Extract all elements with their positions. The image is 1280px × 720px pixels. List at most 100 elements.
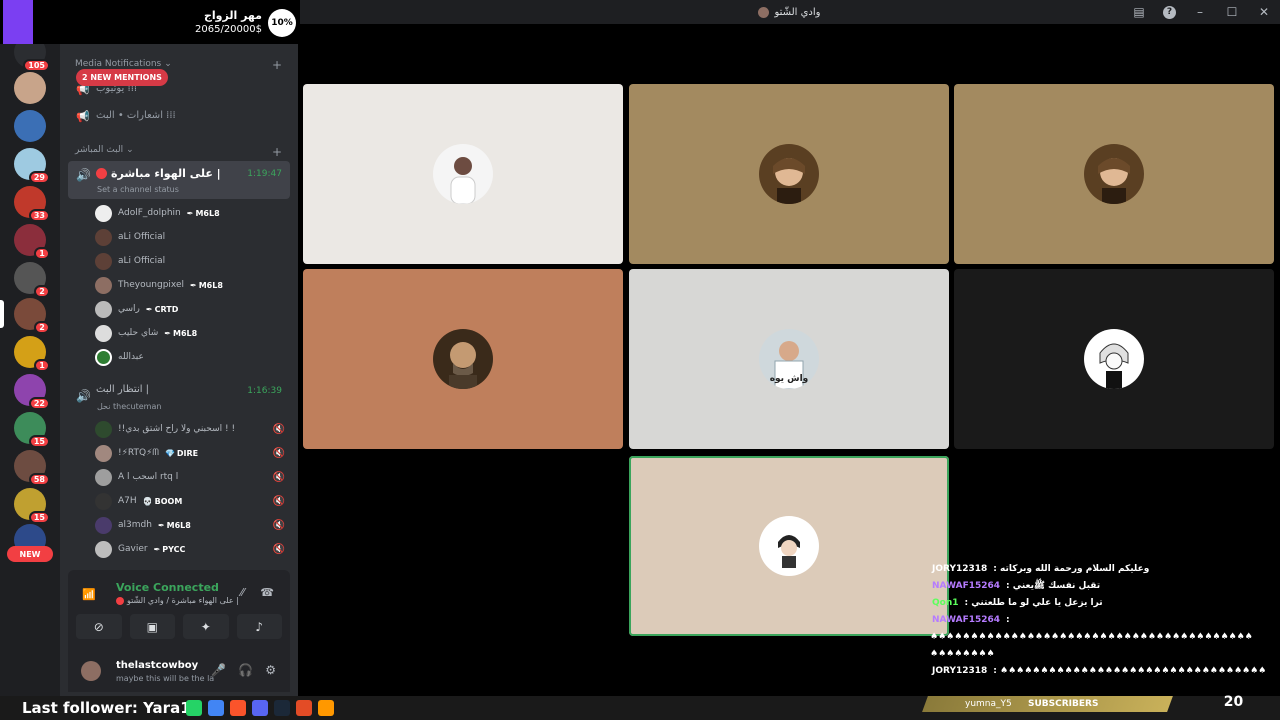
voice-channel-path[interactable]: على الهواء مباشرة / وادي الشّتو |	[127, 596, 239, 605]
server-icon[interactable]: 58	[14, 450, 50, 486]
activities-button[interactable]: ✦	[183, 614, 229, 639]
server-icon[interactable]: 15	[14, 412, 50, 448]
participant-tile[interactable]	[954, 84, 1274, 264]
voice-user[interactable]: AdolF_dolphin ✒ M6L8	[95, 202, 285, 224]
server-icon[interactable]: 33	[14, 186, 50, 222]
server-icon[interactable]: 29	[14, 148, 50, 184]
subscriber-name: yumna_Y5	[965, 699, 1012, 709]
server-icon[interactable]: 2	[14, 298, 50, 334]
close-icon[interactable]: ✕	[1256, 4, 1272, 20]
avatar	[95, 444, 112, 462]
app-icon[interactable]	[296, 700, 312, 716]
screen: 105 29 33 1 2 2 1 22 15 58 15 NEW Media …	[0, 0, 1280, 720]
deafened-icon: 🔇	[272, 519, 285, 531]
server-icon[interactable]: 2	[14, 262, 50, 298]
speaker-icon: 🔊	[76, 168, 91, 182]
last-follower-overlay: Last follower: Yara1e	[22, 699, 201, 717]
server-icon[interactable]	[14, 72, 46, 104]
steam-icon[interactable]	[274, 700, 290, 716]
minimize-icon[interactable]: –	[1192, 4, 1208, 20]
maximize-icon[interactable]: ☐	[1224, 4, 1240, 20]
whatsapp-icon[interactable]	[186, 700, 202, 716]
user-name: راسي	[118, 304, 140, 314]
voice-user[interactable]: راسي ✒ CRTD	[95, 298, 285, 320]
voice-user[interactable]: A7H 💀 BOOM 🔇	[95, 490, 285, 512]
channel-status[interactable]: Set a channel status	[97, 185, 179, 194]
server-icon[interactable]: 1	[14, 224, 50, 260]
screen-share-icon: ▣	[146, 619, 158, 634]
new-mentions-pill[interactable]: 2 NEW MENTIONS	[76, 69, 168, 86]
server-icon[interactable]: 1	[14, 336, 50, 372]
participant-tile[interactable]	[303, 84, 623, 264]
voice-channel-waiting[interactable]: 🔊 انتظار البث | نحل thecuteman 1:16:39	[68, 382, 290, 414]
add-channel-icon[interactable]: +	[272, 145, 282, 159]
participant-tile[interactable]	[954, 269, 1274, 449]
channel-notifications[interactable]: 📢 اشعارات • البث ⁞⁞⁞	[76, 105, 288, 125]
user-name: al3mdh	[118, 520, 152, 530]
mention-badge: 1	[34, 247, 50, 260]
participant-tile[interactable]	[629, 84, 949, 264]
category-media[interactable]: Media Notifications ⌄	[75, 59, 172, 69]
chat-line: JORY12318: وعليكم السلام ورحمة الله وبرك…	[930, 560, 1280, 577]
chat-text: :	[1006, 614, 1010, 625]
chat-text: : وعليكم السلام ورحمة الله وبركاته	[993, 563, 1150, 574]
server-icon[interactable]	[14, 110, 46, 142]
soundboard-button[interactable]: ♪	[236, 614, 282, 639]
category-live[interactable]: البث المباشر ⌄	[75, 145, 134, 155]
voice-user[interactable]: !⚡RTQ⚡ᗰ 💎 DIRE 🔇	[95, 442, 285, 464]
voice-user[interactable]: A l اسحب rtq l 🔇	[95, 466, 285, 488]
participant-tile[interactable]	[303, 269, 623, 449]
microphone-icon[interactable]: 🎤	[211, 663, 226, 677]
participant-tile-speaking[interactable]	[629, 456, 949, 636]
window-title: وادي الشّتو	[774, 6, 821, 18]
headset-icon[interactable]: 🎧	[238, 663, 253, 677]
voice-user[interactable]: aLi Official	[95, 250, 285, 272]
camera-off-icon: ⊘	[93, 619, 104, 634]
avatar	[95, 468, 112, 486]
portrait-avatar	[1084, 144, 1144, 204]
avatar[interactable]	[81, 661, 101, 681]
channel-timer: 1:19:47	[247, 169, 282, 179]
channel-timer: 1:16:39	[247, 386, 282, 396]
share-screen-button[interactable]: ▣	[129, 614, 175, 639]
voice-user[interactable]: عبدالله	[95, 346, 285, 368]
add-channel-icon[interactable]: +	[272, 58, 282, 72]
voice-user[interactable]: Theyoungpixel ✒ M6L8	[95, 274, 285, 296]
chat-text: ♠♠♠♠♠♠♠♠♠♠♠♠♠♠♠♠♠♠♠♠♠♠♠♠♠♠♠♠♠♠♠♠♠♠♠♠♠♠♠♠	[930, 631, 1253, 642]
active-app-icon[interactable]	[318, 700, 334, 716]
voice-user[interactable]: Gavier ✒ PYCC 🔇	[95, 538, 285, 560]
voice-user[interactable]: !!اسحبني ولا راح اشتق بدي ! ! 🔇	[95, 418, 285, 440]
noise-suppression-icon[interactable]: ⁄⁄	[241, 586, 245, 599]
gear-icon[interactable]: ⚙	[265, 663, 276, 677]
avatar	[95, 420, 112, 438]
avatar	[95, 492, 112, 510]
voice-user[interactable]: شاي حليب ✒ M6L8	[95, 322, 285, 344]
mention-badge: 2	[34, 321, 50, 334]
user-name: Gavier	[118, 544, 148, 554]
brave-icon[interactable]	[230, 700, 246, 716]
user-name: عبدالله	[118, 352, 144, 362]
camera-off-button[interactable]: ⊘	[76, 614, 122, 639]
activities-icon: ✦	[200, 619, 211, 634]
browser-icon[interactable]	[208, 700, 224, 716]
voice-user[interactable]: aLi Official	[95, 226, 285, 248]
chat-line: NAWAF15264:	[930, 611, 1280, 628]
category-label: البث المباشر	[75, 145, 124, 155]
voice-channel-live[interactable]: 🔊 على الهواء مباشرة | Set a channel stat…	[68, 161, 290, 199]
voice-user[interactable]: al3mdh ✒ M6L8 🔇	[95, 514, 285, 536]
voice-status-title[interactable]: Voice Connected	[116, 581, 219, 594]
user-name[interactable]: thelastcowboy	[116, 660, 198, 671]
mention-badge: 29	[28, 171, 50, 184]
participant-tile[interactable]: واش يوه	[629, 269, 949, 449]
user-name: AdolF_dolphin	[118, 208, 181, 218]
discord-icon[interactable]	[252, 700, 268, 716]
mention-badge: 15	[28, 511, 50, 524]
server-icon[interactable]: 15	[14, 488, 50, 524]
deafened-icon: 🔇	[272, 543, 285, 555]
signal-icon[interactable]: 📶	[82, 588, 96, 601]
help-icon[interactable]: ?	[1163, 5, 1176, 19]
inbox-icon[interactable]: ▤	[1131, 4, 1147, 20]
disconnect-icon[interactable]: ☎	[260, 586, 274, 599]
server-icon[interactable]: 22	[14, 374, 50, 410]
new-unreads-pill[interactable]: NEW	[7, 546, 53, 562]
